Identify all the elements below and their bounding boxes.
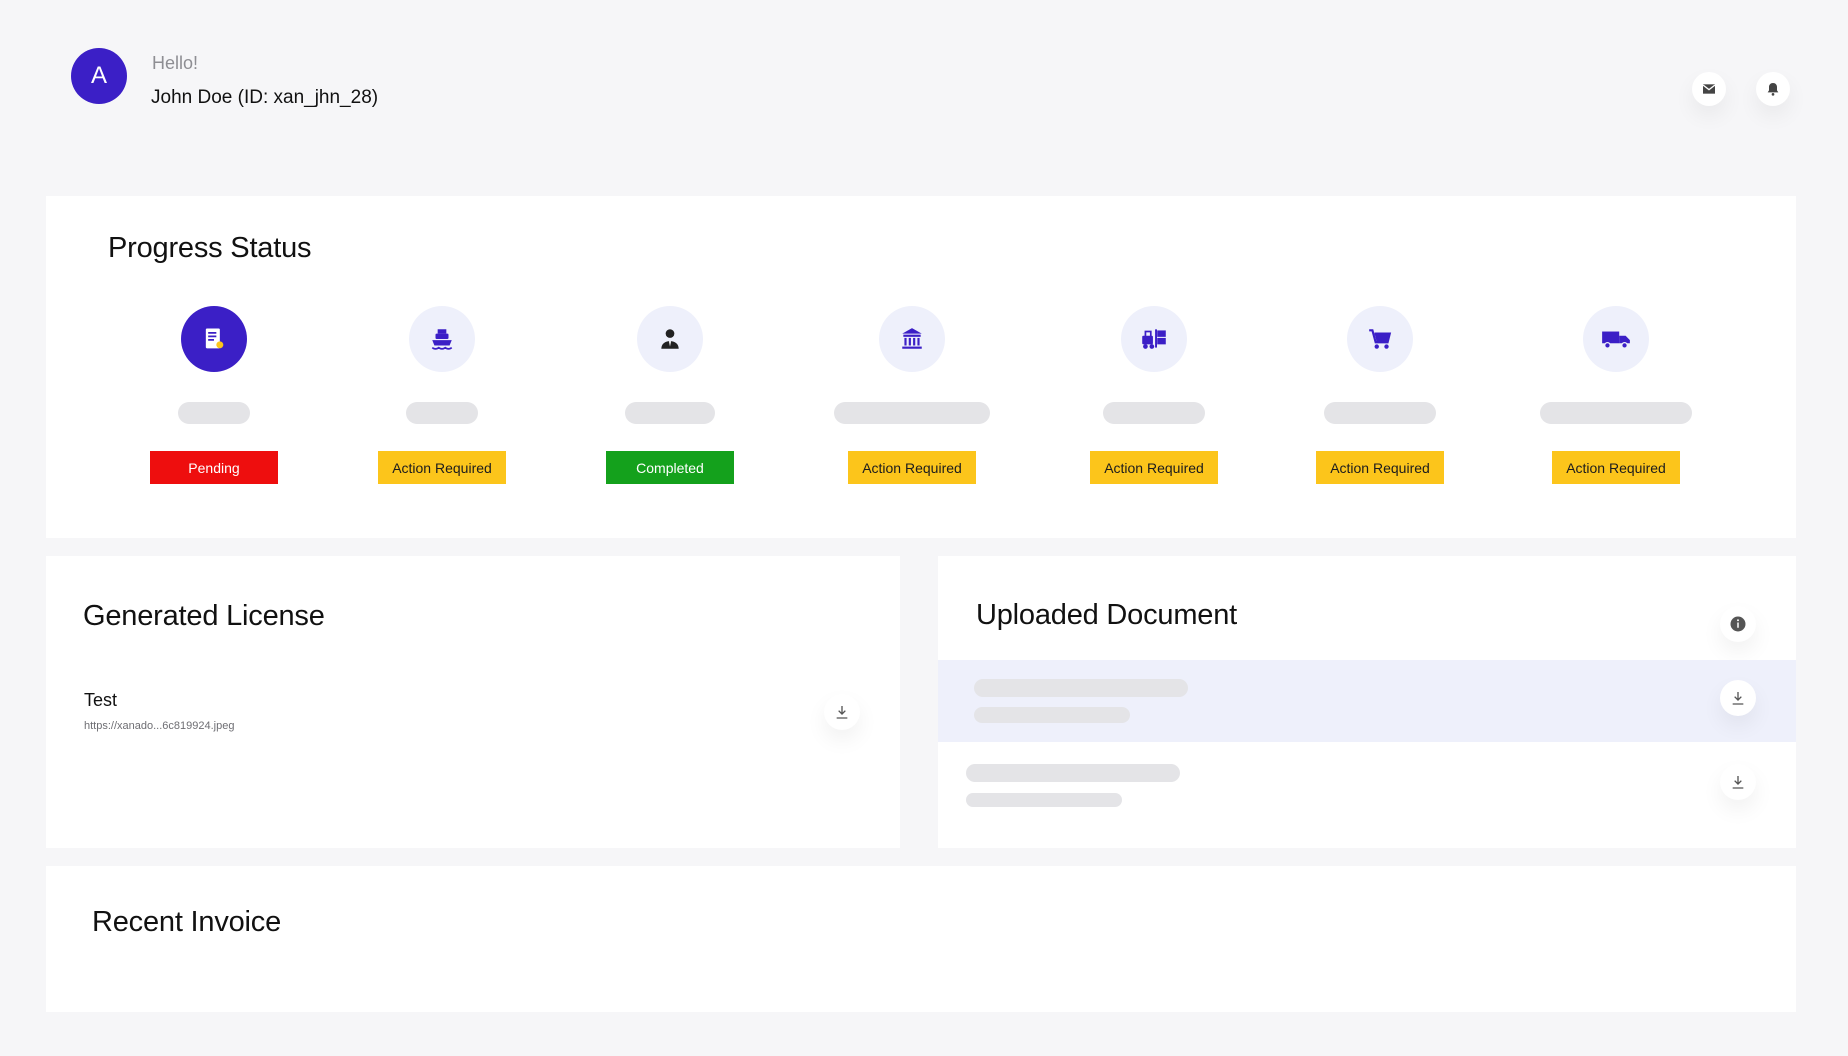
download-icon: [836, 706, 848, 719]
status-badge: Action Required: [848, 451, 976, 484]
document-row[interactable]: [938, 660, 1796, 742]
status-badge: Completed: [606, 451, 734, 484]
user-name: John Doe (ID: xan_jhn_28): [151, 87, 379, 108]
avatar[interactable]: A: [71, 48, 127, 104]
bell-icon: [1767, 83, 1779, 96]
step-icon-circle: [879, 306, 945, 372]
status-badge: Action Required: [378, 451, 506, 484]
status-badge: Action Required: [1552, 451, 1680, 484]
progress-step-6[interactable]: Action Required: [1300, 306, 1460, 506]
step-label-placeholder: [625, 402, 715, 424]
customs-agent-icon: [661, 329, 679, 349]
truck-icon: [1602, 331, 1630, 349]
progress-title: Progress Status: [108, 232, 312, 264]
progress-step-5[interactable]: Action Required: [1074, 306, 1234, 506]
progress-step-4[interactable]: Action Required: [832, 306, 992, 506]
info-icon: [1730, 616, 1746, 632]
greeting-text: Hello!: [152, 53, 199, 73]
license-document-icon: [205, 328, 224, 349]
step-icon-circle: [181, 306, 247, 372]
step-label-placeholder: [1324, 402, 1436, 424]
header: A Hello! John Doe (ID: xan_jhn_28): [0, 0, 1848, 180]
recent-invoice-card: Recent Invoice: [46, 866, 1796, 1012]
invoice-title: Recent Invoice: [92, 906, 282, 938]
document-meta-placeholder: [974, 707, 1130, 723]
mail-button[interactable]: [1692, 72, 1726, 106]
generated-license-card: Generated License Test https://xanado...…: [46, 556, 900, 848]
cart-icon: [1369, 329, 1392, 349]
bank-icon: [902, 328, 922, 349]
step-icon-circle: [1583, 306, 1649, 372]
info-button[interactable]: [1720, 606, 1756, 642]
progress-step-7[interactable]: Action Required: [1536, 306, 1696, 506]
document-name-placeholder: [974, 679, 1188, 697]
license-url[interactable]: https://xanado...6c819924.jpeg: [84, 720, 234, 732]
uploaded-document-card: Uploaded Document: [938, 556, 1796, 848]
progress-step-3[interactable]: Completed: [590, 306, 750, 506]
license-download-button[interactable]: [824, 694, 860, 730]
license-name: Test: [84, 690, 118, 710]
status-badge: Pending: [150, 451, 278, 484]
step-label-placeholder: [1103, 402, 1205, 424]
ship-icon: [431, 329, 453, 350]
document-meta-placeholder: [966, 793, 1122, 807]
mail-icon: [1702, 84, 1716, 94]
notifications-button[interactable]: [1756, 72, 1790, 106]
document-download-button[interactable]: [1720, 680, 1756, 716]
step-label-placeholder: [178, 402, 250, 424]
progress-status-card: Progress Status Pending Action Required …: [46, 196, 1796, 538]
upload-title: Uploaded Document: [976, 599, 1237, 631]
step-icon-circle: [1347, 306, 1413, 372]
license-title: Generated License: [83, 600, 325, 632]
progress-step-1[interactable]: Pending: [134, 306, 294, 506]
step-icon-circle: [637, 306, 703, 372]
step-icon-circle: [409, 306, 475, 372]
step-label-placeholder: [406, 402, 478, 424]
document-row[interactable]: [938, 742, 1796, 824]
progress-step-2[interactable]: Action Required: [362, 306, 522, 506]
status-badge: Action Required: [1316, 451, 1444, 484]
status-badge: Action Required: [1090, 451, 1218, 484]
step-label-placeholder: [834, 402, 990, 424]
step-label-placeholder: [1540, 402, 1692, 424]
step-icon-circle: [1121, 306, 1187, 372]
forklift-icon: [1142, 329, 1166, 349]
download-icon: [1732, 692, 1744, 705]
download-icon: [1732, 776, 1744, 789]
document-download-button[interactable]: [1720, 764, 1756, 800]
document-name-placeholder: [966, 764, 1180, 782]
